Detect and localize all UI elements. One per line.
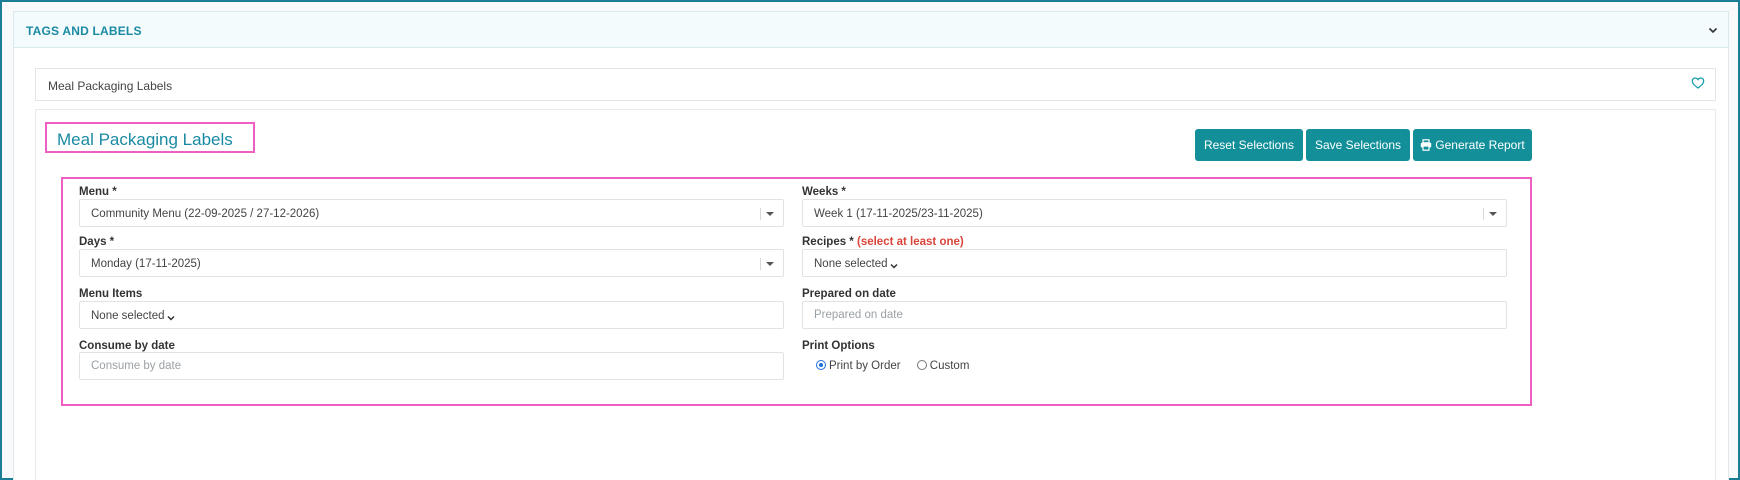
generate-report-button[interactable]: Generate Report xyxy=(1413,129,1532,161)
menu-label: Menu * xyxy=(79,186,117,198)
accordion-title: TAGS AND LABELS xyxy=(26,24,142,38)
chevron-down-icon xyxy=(166,310,176,321)
print-by-order-radio[interactable]: Print by Order xyxy=(816,360,901,372)
heart-icon[interactable] xyxy=(1691,76,1705,90)
recipes-label-text: Recipes * xyxy=(802,236,854,248)
app-frame: TAGS AND LABELS Meal Packaging Labels Me… xyxy=(0,0,1740,480)
custom-label: Custom xyxy=(929,360,970,372)
consume-by-date-label: Consume by date xyxy=(79,340,175,352)
recipes-required-note: (select at least one) xyxy=(856,236,964,248)
page-title-highlight: Meal Packaging Labels xyxy=(45,122,255,153)
select-separator xyxy=(760,258,761,270)
radio-checked-icon[interactable] xyxy=(816,360,826,370)
accordion-content: Meal Packaging Labels Meal Packaging Lab… xyxy=(13,48,1729,480)
filter-form: Menu * Community Menu (22-09-2025 / 27-1… xyxy=(61,177,1532,406)
caret-down-icon xyxy=(766,212,774,216)
breadcrumb: Meal Packaging Labels xyxy=(35,68,1716,101)
recipes-label: Recipes * (select at least one) xyxy=(802,236,964,248)
select-separator xyxy=(760,208,761,220)
print-options-group: Print by Order Custom xyxy=(816,360,982,372)
weeks-label: Weeks * xyxy=(802,186,846,198)
labels-panel: Meal Packaging Labels Reset Selections S… xyxy=(35,109,1716,480)
page-title: Meal Packaging Labels xyxy=(57,130,233,149)
weeks-select-value: Week 1 (17-11-2025/23-11-2025) xyxy=(814,208,983,220)
chevron-down-icon xyxy=(889,258,899,269)
menu-select-value: Community Menu (22-09-2025 / 27-12-2026) xyxy=(91,208,320,220)
breadcrumb-label: Meal Packaging Labels xyxy=(48,79,173,93)
accordion-header-tags-and-labels[interactable]: TAGS AND LABELS xyxy=(13,11,1729,48)
menu-select[interactable]: Community Menu (22-09-2025 / 27-12-2026) xyxy=(79,199,784,227)
days-label: Days * xyxy=(79,236,115,248)
printer-icon xyxy=(1421,139,1432,151)
recipes-multiselect-value: None selected xyxy=(814,258,888,270)
reset-selections-button[interactable]: Reset Selections xyxy=(1195,129,1303,161)
caret-down-icon xyxy=(766,262,774,266)
save-selections-button[interactable]: Save Selections xyxy=(1306,129,1410,161)
select-separator xyxy=(1483,208,1484,220)
print-by-order-label: Print by Order xyxy=(829,360,901,372)
recipes-multiselect[interactable]: None selected xyxy=(802,249,1507,277)
prepared-on-date-label: Prepared on date xyxy=(802,288,896,300)
consume-by-date-input[interactable] xyxy=(79,352,784,380)
generate-report-label: Generate Report xyxy=(1435,138,1525,152)
chevron-down-icon[interactable] xyxy=(1706,23,1720,37)
menu-items-multiselect-value: None selected xyxy=(91,310,165,322)
menu-items-label: Menu Items xyxy=(79,288,143,300)
prepared-on-date-input[interactable] xyxy=(802,301,1507,329)
days-select[interactable]: Monday (17-11-2025) xyxy=(79,249,784,277)
caret-down-icon xyxy=(1489,212,1497,216)
radio-unchecked-icon[interactable] xyxy=(916,360,927,370)
days-select-value: Monday (17-11-2025) xyxy=(91,258,201,270)
print-options-label: Print Options xyxy=(802,340,875,352)
weeks-select[interactable]: Week 1 (17-11-2025/23-11-2025) xyxy=(802,199,1507,227)
custom-radio[interactable]: Custom xyxy=(916,360,970,372)
menu-items-multiselect[interactable]: None selected xyxy=(79,301,784,329)
